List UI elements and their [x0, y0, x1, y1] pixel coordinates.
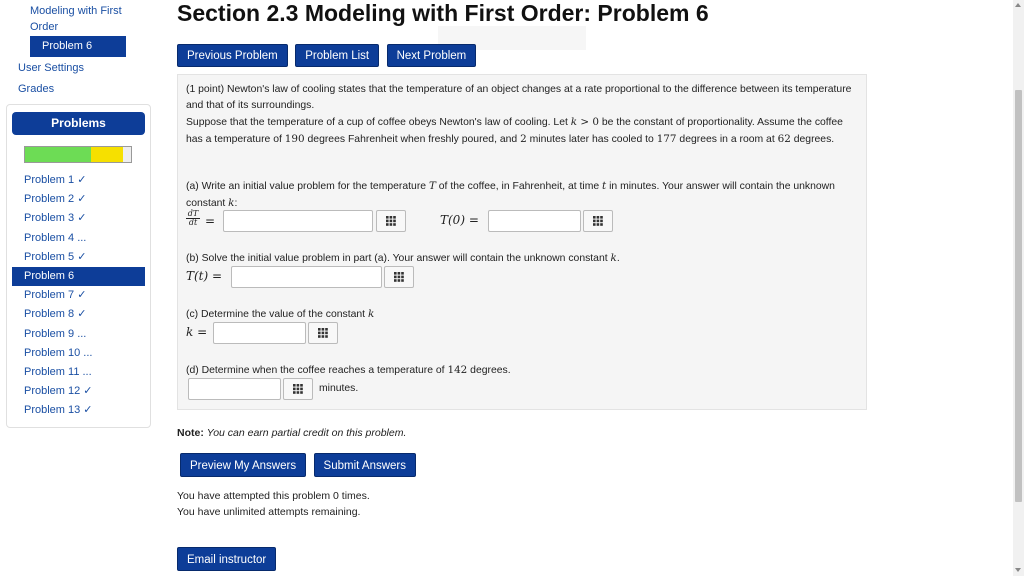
part-d-text-1: (d) Determine when the coffee reaches a …	[186, 365, 448, 376]
progress-bar	[24, 146, 132, 163]
math-minutes: 2	[520, 133, 527, 145]
note-text: You can earn partial credit on this prob…	[206, 427, 407, 439]
problem-list-item[interactable]: Problem 6	[12, 266, 145, 287]
problem-list-button[interactable]: Problem List	[295, 44, 380, 67]
fraction-denominator: dt	[188, 218, 198, 227]
Tt-label: T(t) =	[186, 269, 223, 283]
part-b-text-2: .	[616, 253, 620, 264]
problem-list-item[interactable]: Problem 9 ...	[12, 325, 145, 344]
answer-a-initial-input[interactable]	[488, 210, 581, 232]
math-T: T	[428, 180, 436, 192]
part-d-text: (d) Determine when the coffee reaches a …	[186, 362, 856, 379]
math-temp-later: 177	[656, 133, 677, 145]
attempts-count: You have attempted this problem 0 times.	[177, 490, 370, 502]
part-a-text-1: (a) Write an initial value problem for t…	[186, 181, 429, 192]
math-room-temp: 62	[777, 133, 791, 145]
email-instructor-button[interactable]: Email instructor	[177, 547, 277, 571]
dT-dt-fraction: dT dt	[186, 210, 200, 227]
attempts-remaining: You have unlimited attempts remaining.	[177, 506, 361, 518]
partial-credit-note: Note: You can earn partial credit on thi…	[177, 427, 406, 439]
math-d-temp: 142	[447, 364, 468, 376]
answer-actions: Preview My Answers Submit Answers	[180, 453, 416, 477]
problem-list-item[interactable]: Problem 11 ...	[12, 363, 145, 382]
email-action: Email instructor	[177, 547, 277, 571]
breadcrumb-current-problem[interactable]: Problem 6	[30, 36, 126, 57]
part-c-text-1: (c) Determine the value of the constant	[186, 309, 368, 320]
part-a-text: (a) Write an initial value problem for t…	[186, 178, 856, 212]
intro-text-1: (1 point) Newton's law of cooling states…	[186, 84, 852, 111]
answer-c-input[interactable]	[213, 322, 306, 344]
progress-correct	[25, 147, 92, 162]
user-settings-link[interactable]: User Settings	[18, 62, 84, 74]
part-a-text-2: of the coffee, in Fahrenheit, at time	[435, 181, 603, 192]
grades-link[interactable]: Grades	[18, 83, 54, 95]
part-a-text-4: :	[234, 198, 238, 209]
intro-text-2f: degrees.	[790, 134, 835, 145]
equation-editor-icon[interactable]	[376, 210, 406, 232]
equals-sign: =	[205, 214, 216, 228]
scrollbar-thumb[interactable]	[1015, 90, 1022, 502]
problem-list-item[interactable]: Problem 8 ✓	[12, 305, 145, 324]
problem-nav-buttons: Previous Problem Problem List Next Probl…	[177, 44, 477, 67]
problem-list-item[interactable]: Problem 3 ✓	[12, 209, 145, 228]
problem-list-item[interactable]: Problem 12 ✓	[12, 382, 145, 401]
T0-label: T(0) =	[440, 213, 479, 227]
scroll-up-arrow-icon[interactable]	[1015, 3, 1021, 7]
next-problem-button[interactable]: Next Problem	[386, 44, 477, 67]
previous-problem-button[interactable]: Previous Problem	[177, 44, 288, 67]
math-k: k	[367, 308, 375, 320]
equation-editor-icon[interactable]	[384, 266, 414, 288]
part-c-text: (c) Determine the value of the constant …	[186, 306, 856, 323]
problem-list: Problem 1 ✓ Problem 2 ✓ Problem 3 ✓ Problem…	[12, 171, 145, 420]
page-title: Section 2.3 Modeling with First Order: P…	[177, 0, 709, 26]
note-label: Note:	[177, 427, 204, 439]
part-b-text-1: (b) Solve the initial value problem in p…	[186, 253, 611, 264]
part-b-text: (b) Solve the initial value problem in p…	[186, 250, 856, 267]
problem-intro: (1 point) Newton's law of cooling states…	[186, 82, 856, 114]
math-temp-start: 190	[284, 133, 305, 145]
equation-editor-icon[interactable]	[308, 322, 338, 344]
equation-editor-icon[interactable]	[583, 210, 613, 232]
problem-list-item[interactable]: Problem 7 ✓	[12, 286, 145, 305]
part-d-text-2: degrees.	[467, 365, 511, 376]
problem-list-item[interactable]: Problem 10 ...	[12, 344, 145, 363]
intro-text-2d: minutes later has cooled to	[526, 134, 657, 145]
problem-list-item[interactable]: Problem 5 ✓	[12, 248, 145, 267]
problem-list-item[interactable]: Problem 1 ✓	[12, 171, 145, 190]
equation-editor-icon[interactable]	[283, 378, 313, 400]
minutes-unit: minutes.	[319, 383, 359, 394]
problem-setup: Suppose that the temperature of a cup of…	[186, 114, 856, 148]
problem-list-item[interactable]: Problem 4 ...	[12, 229, 145, 248]
problem-list-item[interactable]: Problem 2 ✓	[12, 190, 145, 209]
intro-text-2c: degrees Fahrenheit when freshly poured, …	[304, 134, 521, 145]
answer-b-input[interactable]	[231, 266, 382, 288]
answer-d-input[interactable]	[188, 378, 281, 400]
problems-header: Problems	[12, 112, 145, 135]
submit-answers-button[interactable]: Submit Answers	[313, 453, 416, 477]
scroll-down-arrow-icon[interactable]	[1015, 568, 1021, 572]
math-gt-zero: > 0	[577, 116, 599, 128]
breadcrumb-set-link[interactable]: Modeling with First Order	[30, 3, 130, 35]
progress-partial	[90, 147, 123, 162]
intro-text-2e: degrees in a room at	[676, 134, 778, 145]
answer-a-rate-input[interactable]	[223, 210, 373, 232]
preview-answers-button[interactable]: Preview My Answers	[180, 453, 307, 477]
intro-text-2a: Suppose that the temperature of a cup of…	[186, 117, 571, 128]
problem-list-item[interactable]: Problem 13 ✓	[12, 401, 145, 420]
k-label: k =	[186, 325, 208, 339]
